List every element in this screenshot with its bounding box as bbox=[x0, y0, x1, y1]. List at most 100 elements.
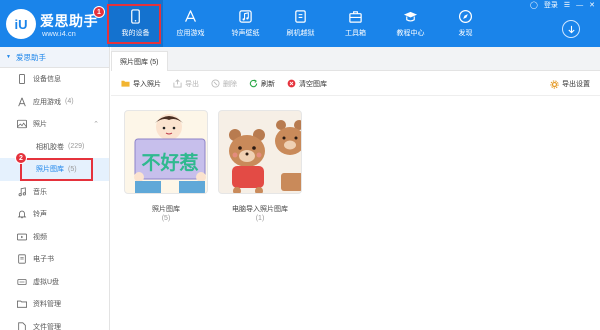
brand-name: 爱思助手 bbox=[40, 13, 98, 29]
album-name: 照片图库 bbox=[152, 206, 180, 213]
sidebar-item-label: 文件管理 bbox=[33, 323, 61, 330]
sidebar-item-label: 音乐 bbox=[33, 188, 47, 196]
step-badge-2: 2 bbox=[15, 152, 27, 164]
folder-import-icon bbox=[121, 79, 130, 88]
sidebar-item-data-management[interactable]: 资料管理 bbox=[0, 293, 109, 316]
sidebar: ▼ 爱思助手 设备信息 应用游戏 (4) 照片 ⌃ 相机胶卷 (229) 照片图… bbox=[0, 47, 110, 330]
refresh-label: 刷新 bbox=[261, 80, 275, 88]
nav-ringtones-wallpapers[interactable]: 铃声壁纸 bbox=[218, 0, 273, 47]
gear-icon bbox=[550, 79, 559, 89]
sidebar-item-file-management[interactable]: 文件管理 bbox=[0, 316, 109, 330]
album-pc-imported[interactable]: 电脑导入照片图库 (1) bbox=[218, 110, 302, 222]
export-settings-button[interactable]: 导出设置 bbox=[550, 79, 590, 89]
nav-label: 教程中心 bbox=[396, 30, 425, 37]
apps-icon bbox=[16, 96, 27, 107]
sidebar-item-label: 照片 bbox=[33, 121, 47, 129]
sidebar-item-label: 设备信息 bbox=[33, 76, 61, 84]
toolbox-icon bbox=[349, 11, 362, 23]
sidebar-item-label: 视频 bbox=[33, 233, 47, 241]
sidebar-item-virtual-usb[interactable]: 虚拟U盘 bbox=[0, 271, 109, 294]
device-header[interactable]: ▼ 爱思助手 bbox=[0, 47, 109, 68]
graduation-cap-icon bbox=[403, 11, 418, 22]
delete-label: 删除 bbox=[223, 80, 237, 88]
app-logo: iU bbox=[6, 9, 36, 39]
clear-label: 清空图库 bbox=[299, 80, 327, 88]
sidebar-item-device-info[interactable]: 设备信息 bbox=[0, 68, 109, 91]
music-note-icon bbox=[16, 186, 27, 197]
video-icon bbox=[16, 231, 27, 242]
sidebar-item-count: (229) bbox=[68, 143, 85, 151]
sidebar-item-label: 虚拟U盘 bbox=[33, 278, 60, 286]
export-label: 导出 bbox=[185, 80, 199, 88]
sidebar-item-count: (4) bbox=[65, 98, 74, 106]
nav-toolbox[interactable]: 工具箱 bbox=[328, 0, 383, 47]
nav-tutorials[interactable]: 教程中心 bbox=[383, 0, 438, 47]
sidebar-item-video[interactable]: 视频 bbox=[0, 226, 109, 249]
album-count: (5) bbox=[161, 215, 171, 222]
sidebar-item-ebook[interactable]: 电子书 bbox=[0, 248, 109, 271]
clear-library-button[interactable]: 清空图库 bbox=[287, 79, 327, 89]
sidebar-item-photos[interactable]: 照片 ⌃ bbox=[0, 113, 109, 136]
album-thumbnail: 不好惹 bbox=[124, 110, 208, 194]
user-icon[interactable]: ◯ bbox=[530, 2, 538, 10]
phone-icon bbox=[16, 74, 27, 85]
nav-label: 应用游戏 bbox=[176, 30, 205, 37]
album-thumb-text: 不好惹 bbox=[141, 151, 198, 174]
arrow-down-icon bbox=[567, 25, 575, 33]
close-icon[interactable]: ✕ bbox=[589, 2, 595, 10]
nav-label: 铃声壁纸 bbox=[231, 30, 260, 37]
album-thumbnail bbox=[218, 110, 302, 194]
nav-label: 我的设备 bbox=[121, 30, 150, 37]
import-label: 导入照片 bbox=[133, 80, 161, 88]
nav-my-device[interactable]: 我的设备 bbox=[108, 0, 163, 47]
album-count: (1) bbox=[255, 215, 265, 222]
window-controls: ◯ 登录 ☰ — ✕ bbox=[530, 2, 595, 10]
nav-label: 工具箱 bbox=[345, 30, 366, 37]
music-icon bbox=[239, 10, 252, 23]
menu-icon[interactable]: ☰ bbox=[564, 2, 570, 10]
sidebar-item-label: 资料管理 bbox=[33, 301, 61, 309]
minimize-icon[interactable]: — bbox=[576, 2, 583, 10]
export-settings-label: 导出设置 bbox=[562, 81, 590, 88]
chevron-up-icon: ⌃ bbox=[93, 121, 99, 129]
top-header: iU 爱思助手 www.i4.cn 我的设备 应用游戏 铃声壁纸 刷机越狱 工具… bbox=[0, 0, 600, 47]
export-button[interactable]: 导出 bbox=[173, 79, 199, 89]
tab-photo-library[interactable]: 照片图库 (5) bbox=[111, 51, 168, 71]
login-link[interactable]: 登录 bbox=[544, 2, 558, 10]
main-nav: 我的设备 应用游戏 铃声壁纸 刷机越狱 工具箱 教程中心 发现 bbox=[108, 0, 493, 47]
book-icon bbox=[16, 254, 27, 265]
phone-icon bbox=[131, 9, 140, 24]
box-icon bbox=[295, 10, 306, 23]
nav-label: 发现 bbox=[458, 30, 473, 37]
album-name: 电脑导入照片图库 bbox=[232, 206, 288, 213]
sidebar-item-label: 照片图库 bbox=[36, 166, 64, 174]
nav-label: 刷机越狱 bbox=[286, 30, 315, 37]
toolbar: 导入照片 导出 删除 刷新 清空图库 导出设置 bbox=[111, 72, 600, 96]
usb-icon bbox=[16, 276, 27, 287]
brand-url: www.i4.cn bbox=[42, 29, 76, 38]
delete-button[interactable]: 删除 bbox=[211, 79, 237, 89]
file-icon bbox=[16, 321, 27, 330]
device-name: 爱思助手 bbox=[15, 52, 46, 62]
triangle-down-icon: ▼ bbox=[6, 54, 11, 60]
nav-flash-jailbreak[interactable]: 刷机越狱 bbox=[273, 0, 328, 47]
album-photo-library[interactable]: 不好惹 照片图库 (5) bbox=[124, 110, 208, 222]
refresh-button[interactable]: 刷新 bbox=[249, 79, 275, 89]
export-icon bbox=[173, 79, 182, 88]
nav-apps-games[interactable]: 应用游戏 bbox=[163, 0, 218, 47]
sidebar-item-label: 应用游戏 bbox=[33, 98, 61, 106]
appstore-icon bbox=[185, 10, 196, 22]
sidebar-item-label: 相机胶卷 bbox=[36, 143, 64, 151]
sidebar-item-count: (5) bbox=[68, 165, 77, 173]
sidebar-item-ringtones[interactable]: 铃声 bbox=[0, 203, 109, 226]
photo-icon bbox=[16, 119, 27, 130]
import-photos-button[interactable]: 导入照片 bbox=[121, 79, 161, 89]
step-badge-1: 1 bbox=[93, 6, 105, 18]
refresh-icon bbox=[249, 79, 258, 88]
sidebar-item-music[interactable]: 音乐 bbox=[0, 181, 109, 204]
download-button[interactable] bbox=[562, 20, 580, 38]
nav-discover[interactable]: 发现 bbox=[438, 0, 493, 47]
sidebar-item-apps[interactable]: 应用游戏 (4) bbox=[0, 91, 109, 114]
tab-bar: 照片图库 (5) bbox=[111, 47, 600, 71]
sidebar-item-label: 电子书 bbox=[33, 256, 54, 264]
